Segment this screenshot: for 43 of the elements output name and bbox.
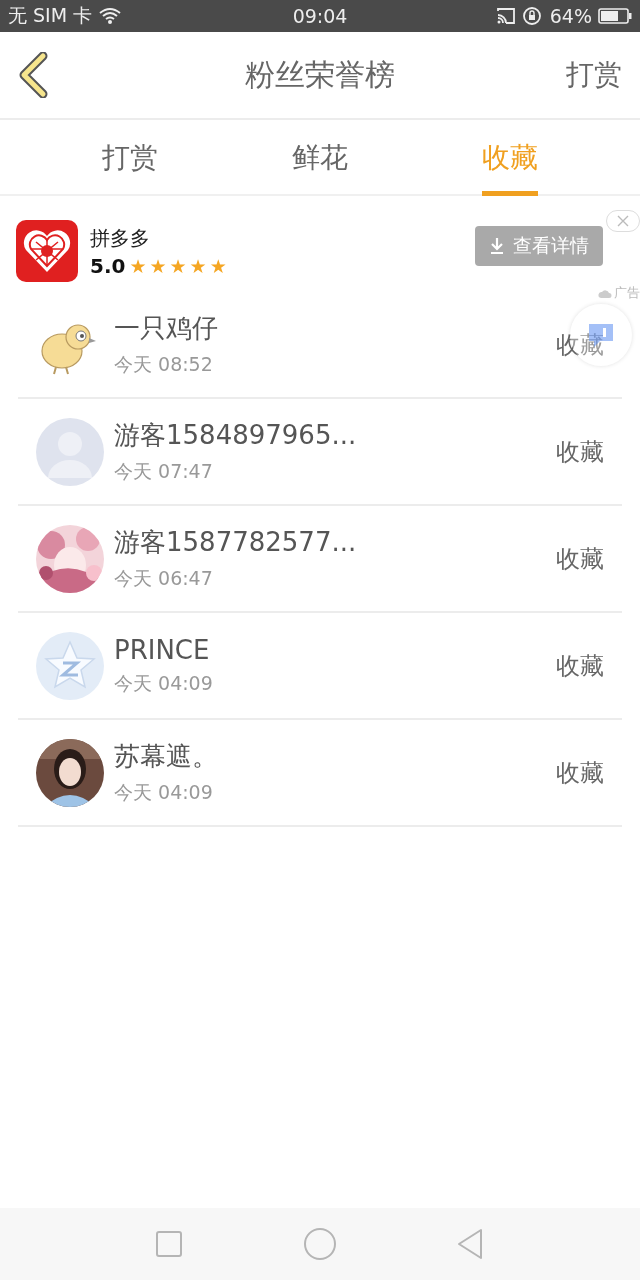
app-logo-icon	[16, 220, 78, 282]
tab[interactable]: 鲜花	[225, 120, 415, 194]
close-button[interactable]	[606, 210, 640, 232]
tab[interactable]: 打赏	[35, 120, 225, 194]
user-name: 一只鸡仔	[114, 312, 219, 345]
close-icon	[617, 215, 629, 227]
default-avatar-icon	[36, 417, 104, 486]
cast-icon	[495, 7, 516, 25]
back-chevron-icon	[18, 52, 48, 98]
timestamp: 今天 08:52	[114, 352, 214, 377]
timestamp: 今天 04:09	[114, 670, 214, 696]
timestamp: 今天 04:09	[114, 780, 214, 805]
page-title: 粉丝荣誉榜	[244, 55, 396, 94]
reward-button[interactable]: 打赏	[522, 56, 622, 94]
home-button[interactable]	[303, 1227, 337, 1261]
clock: 09:04	[292, 5, 348, 27]
ad-label: 广告	[614, 284, 640, 302]
star-icon: ★	[129, 254, 147, 277]
star-avatar-icon	[36, 631, 104, 700]
favorite-button[interactable]: 收藏	[556, 542, 604, 575]
favorite-button[interactable]: 收藏	[556, 649, 604, 682]
user-name: 苏幕遮。	[114, 740, 219, 773]
star-icon: ★	[169, 254, 187, 277]
recent-apps-button[interactable]	[155, 1230, 183, 1258]
timestamp: 今天 06:47	[114, 566, 214, 591]
back-nav-button[interactable]	[457, 1228, 485, 1260]
user-name: 游客1584897965...	[114, 419, 358, 452]
timestamp: 今天 07:47	[114, 459, 214, 484]
star-icon: ★	[189, 254, 207, 277]
cloud-icon	[598, 288, 612, 298]
rotation-lock-icon	[521, 6, 544, 26]
favorite-button[interactable]: 收藏	[556, 756, 604, 789]
star-icon: ★	[149, 254, 167, 277]
battery-icon	[598, 7, 632, 25]
rating-value: 5.0	[90, 253, 126, 278]
battery-percent: 64%	[549, 5, 592, 27]
user-name: PRINCE	[114, 634, 211, 665]
download-icon	[489, 237, 505, 255]
star-icon: ★	[209, 254, 227, 277]
favorite-button[interactable]: 收藏	[556, 435, 604, 468]
carrier-label: 无 SIM 卡	[8, 3, 93, 28]
app-name: 拼多多	[90, 224, 151, 252]
user-name: 游客1587782577...	[114, 526, 358, 559]
